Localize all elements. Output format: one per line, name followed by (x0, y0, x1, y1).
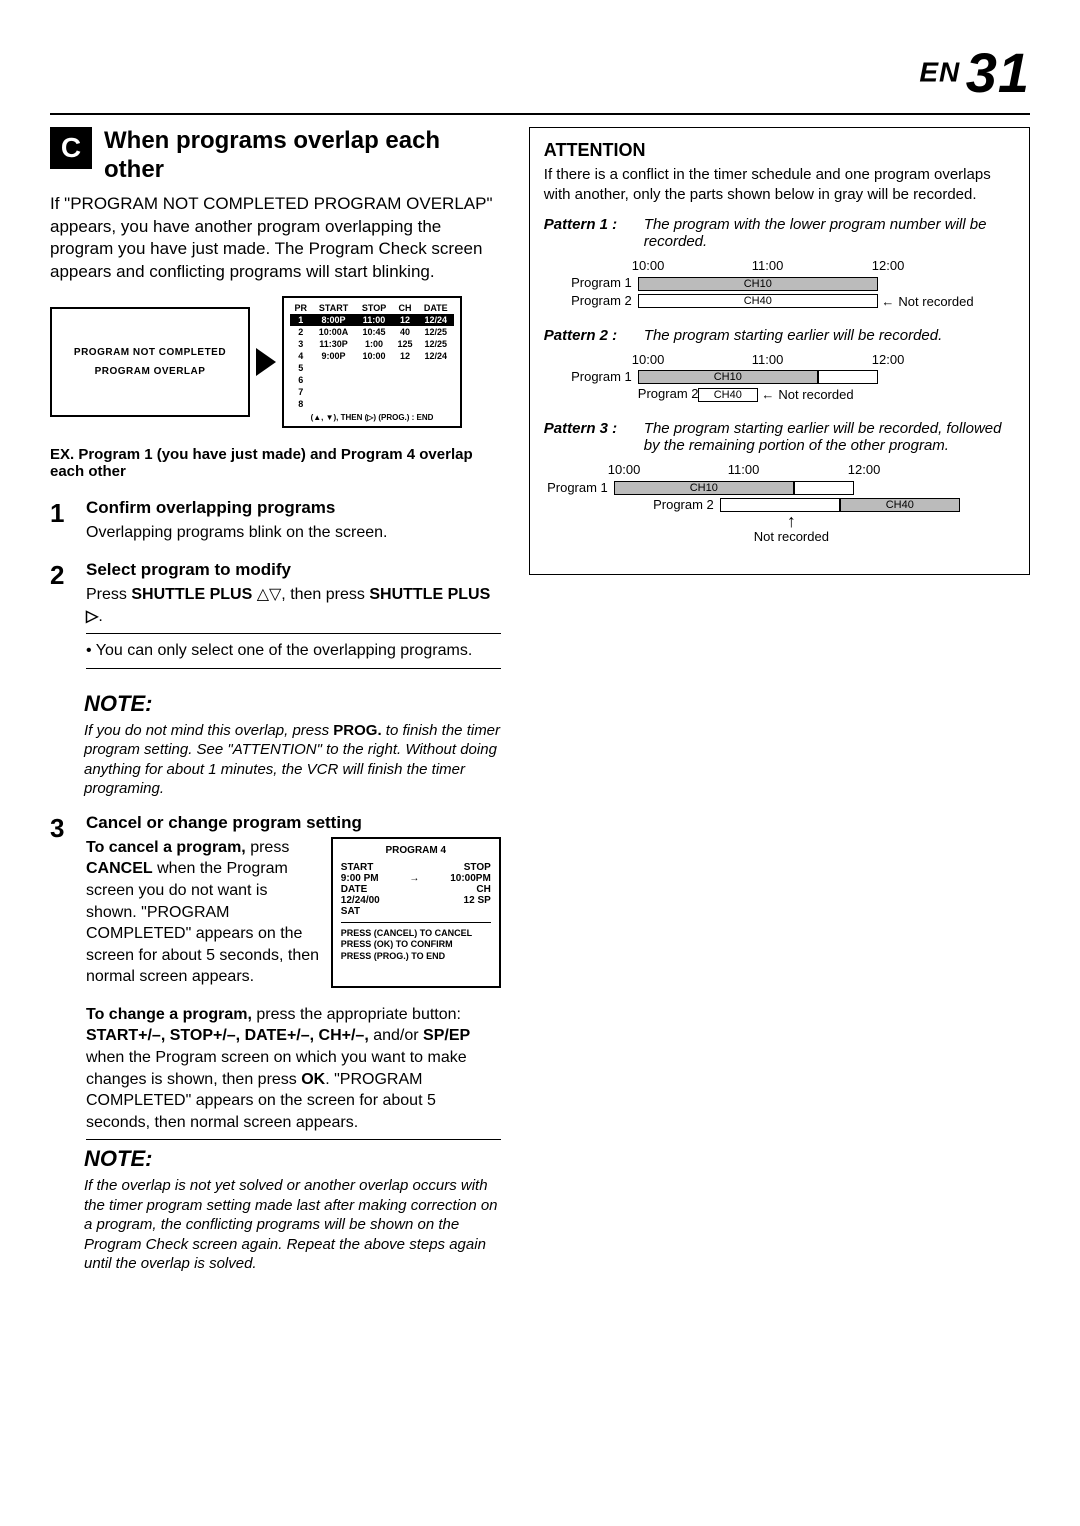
pattern-caption: The program with the lower program numbe… (644, 216, 1015, 250)
table-row: 5 (290, 362, 454, 374)
pattern-1: Pattern 1 : The program with the lower p… (544, 216, 1015, 309)
program-detail-screen: PROGRAM 4 STARTSTOP 9:00 PM→10:00PM DATE… (331, 837, 501, 988)
bar: CH40 (638, 294, 878, 308)
step-3: 3 Cancel or change program setting To ca… (50, 813, 501, 988)
bar: CH10 (614, 481, 794, 495)
timeline: 10:0011:0012:00 Program 1 CH10 Program 2… (544, 352, 1015, 403)
attention-box: ATTENTION If there is a conflict in the … (529, 127, 1030, 575)
bar (818, 370, 878, 384)
change-program-text: To change a program, press the appropria… (86, 1004, 501, 1134)
table-row: 311:30P1:0012512/25 (290, 338, 454, 350)
pattern-label: Pattern 2 : (544, 327, 644, 344)
table-footer: (▲, ▼), THEN (▷) (PROG.) : END (290, 413, 454, 422)
pattern-label: Pattern 1 : (544, 216, 644, 250)
table-header: PR START STOP CH DATE (290, 302, 454, 314)
bar (794, 481, 854, 495)
prog-title: PROGRAM 4 (341, 845, 491, 856)
step-title: Cancel or change program setting (86, 813, 501, 833)
arrow-right-icon: → (409, 873, 419, 884)
pattern-label: Pattern 3 : (544, 420, 644, 454)
tv-line: PROGRAM OVERLAP (56, 366, 244, 377)
right-column: ATTENTION If there is a conflict in the … (529, 127, 1030, 1288)
arrow-up-icon: Not recorded (754, 514, 829, 543)
program-table: PR START STOP CH DATE 18:00P11:001212/24… (290, 302, 454, 410)
arrow-right-icon (256, 348, 276, 376)
step-number: 1 (50, 498, 86, 544)
note-body: If the overlap is not yet solved or anot… (84, 1176, 501, 1274)
pattern-caption: The program starting earlier will be rec… (644, 420, 1015, 454)
note-label: NOTE: (84, 691, 501, 717)
program-check-screen: PR START STOP CH DATE 18:00P11:001212/24… (282, 296, 462, 428)
bar: CH40 (698, 388, 758, 402)
pattern-2: Pattern 2 : The program starting earlier… (544, 327, 1015, 403)
bar: CH10 (638, 370, 818, 384)
th: DATE (418, 302, 455, 314)
note-label: NOTE: (84, 1146, 501, 1172)
step-number: 2 (50, 560, 86, 675)
pattern-caption: The program starting earlier will be rec… (644, 327, 1015, 344)
table-row: 7 (290, 386, 454, 398)
page-number: 31 (966, 41, 1030, 104)
step-body: Select program to modify Press SHUTTLE P… (86, 560, 501, 675)
manual-page: EN 31 C When programs overlap each other… (0, 0, 1080, 1328)
step-text: Press SHUTTLE PLUS △▽, then press SHUTTL… (86, 584, 501, 627)
step3-content: To cancel a program, press CANCEL when t… (86, 837, 501, 988)
cancel-text: To cancel a program, press CANCEL when t… (86, 837, 321, 988)
table-row: 210:00A10:454012/25 (290, 326, 454, 338)
bar: CH40 (840, 498, 960, 512)
section-title: When programs overlap each other (104, 127, 501, 185)
left-column: C When programs overlap each other If "P… (50, 127, 501, 1288)
bar: CH10 (638, 277, 878, 291)
not-recorded-label: Not recorded (881, 294, 973, 309)
page-header: EN 31 (50, 40, 1030, 115)
th: START (312, 302, 356, 314)
table-row: 6 (290, 374, 454, 386)
timeline: 10:0011:0012:00 Program 1 CH10 Program 2… (544, 258, 1015, 309)
step-body: Cancel or change program setting To canc… (86, 813, 501, 988)
table-row: 8 (290, 398, 454, 410)
step-title: Confirm overlapping programs (86, 498, 501, 518)
note-body: If you do not mind this overlap, press P… (84, 721, 501, 799)
content-columns: C When programs overlap each other If "P… (50, 127, 1030, 1288)
th: PR (290, 302, 312, 314)
tv-screen-overlap-msg: PROGRAM NOT COMPLETED PROGRAM OVERLAP (50, 307, 250, 417)
pattern-3: Pattern 3 : The program starting earlier… (544, 420, 1015, 544)
step-title: Select program to modify (86, 560, 501, 580)
step-text: Overlapping programs blink on the screen… (86, 522, 501, 544)
table-row: 18:00P11:001212/24 (290, 314, 454, 326)
section-header: C When programs overlap each other (50, 127, 501, 185)
table-row: 49:00P10:001212/24 (290, 350, 454, 362)
lang-code: EN (919, 57, 960, 88)
section-badge: C (50, 127, 92, 169)
bullet: • You can only select one of the overlap… (86, 640, 501, 662)
th: CH (393, 302, 418, 314)
screen-illustration: PROGRAM NOT COMPLETED PROGRAM OVERLAP PR… (50, 296, 501, 428)
attention-title: ATTENTION (544, 140, 1015, 161)
bar (720, 498, 840, 512)
intro-text: If "PROGRAM NOT COMPLETED PROGRAM OVERLA… (50, 193, 501, 285)
example-note: EX. Program 1 (you have just made) and P… (50, 446, 501, 480)
step-2: 2 Select program to modify Press SHUTTLE… (50, 560, 501, 675)
step-1: 1 Confirm overlapping programs Overlappi… (50, 498, 501, 544)
tv-line: PROGRAM NOT COMPLETED (56, 347, 244, 358)
th: STOP (356, 302, 393, 314)
step-number: 3 (50, 813, 86, 988)
timeline: 10:0011:0012:00 Program 1 CH10 Program 2… (544, 462, 1015, 544)
attention-intro: If there is a conflict in the timer sche… (544, 165, 1015, 204)
step-body: Confirm overlapping programs Overlapping… (86, 498, 501, 544)
not-recorded-label: Not recorded (761, 387, 853, 402)
